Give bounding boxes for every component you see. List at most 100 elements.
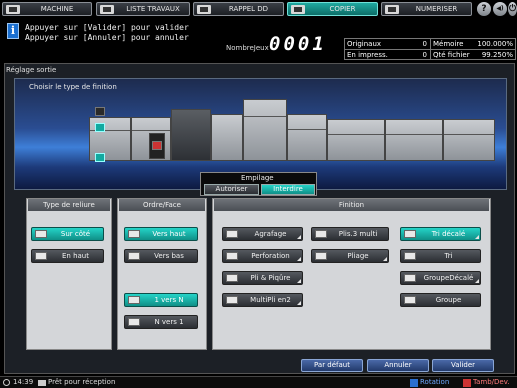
empilage-interdire-button[interactable]: Interdire xyxy=(261,184,315,195)
finition-group-title: Finition xyxy=(214,199,489,211)
tab-machine[interactable]: MACHINE xyxy=(2,2,92,16)
jobs-label: NombreJeux xyxy=(226,44,269,52)
printer-icon xyxy=(38,380,46,386)
order-n-vers-1-label: N vers 1 xyxy=(154,318,184,326)
cancel-button[interactable]: Annuler xyxy=(367,359,429,372)
finition-groupe-button[interactable]: Groupe xyxy=(400,293,481,307)
finition-tri-label: Tri xyxy=(444,252,453,260)
sort-icon xyxy=(404,252,416,260)
tab-rappel-dd[interactable]: RAPPEL DD xyxy=(193,2,284,16)
face-up-icon xyxy=(128,230,140,238)
group-icon xyxy=(404,296,416,304)
finition-pliage-label: Pliage xyxy=(347,252,369,260)
reliure-group-title: Type de reliure xyxy=(28,199,110,211)
default-button[interactable]: Par défaut xyxy=(301,359,363,372)
status-tamb: Tamb/Dev. xyxy=(473,378,510,386)
preview-title: Choisir le type de finition xyxy=(29,83,117,91)
finition-groupe-label: Groupe xyxy=(435,296,462,304)
job-list-icon xyxy=(100,5,114,14)
finition-perforation-label: Perforation xyxy=(251,252,290,260)
face-vers-haut-button[interactable]: Vers haut xyxy=(124,227,198,241)
face-vers-bas-button[interactable]: Vers bas xyxy=(124,249,198,263)
message-line-2: Appuyer sur [Annuler] pour annuler xyxy=(25,33,189,42)
finition-agrafage-button[interactable]: Agrafage xyxy=(222,227,303,241)
tab-copier[interactable]: COPIER xyxy=(287,2,378,16)
finition-agrafage-label: Agrafage xyxy=(254,230,287,238)
face-down-icon xyxy=(128,252,140,260)
side-binding-icon xyxy=(35,230,47,238)
sound-icon[interactable]: ◀) xyxy=(493,2,507,16)
finition-groupe-decale-label: GroupeDécalé xyxy=(423,274,474,282)
staple-icon xyxy=(226,230,238,238)
tri-fold-icon xyxy=(315,230,327,238)
finisher-unit xyxy=(443,119,495,161)
multi-fold-icon xyxy=(226,296,238,304)
punch-icon xyxy=(226,252,238,260)
finition-plis3-multi-button[interactable]: Plis.3 multi xyxy=(311,227,389,241)
empilage-label: Empilage xyxy=(241,174,274,182)
finisher-unit xyxy=(243,99,287,161)
reliure-sur-cote-label: Sur côté xyxy=(60,230,91,238)
toner-icon xyxy=(463,379,471,387)
scanner-icon xyxy=(385,5,399,14)
machine-icon xyxy=(6,5,20,14)
order-1-vers-n-button[interactable]: 1 vers N xyxy=(124,293,198,307)
face-vers-bas-label: Vers bas xyxy=(154,252,184,260)
finition-plis3-multi-label: Plis.3 multi xyxy=(338,230,378,238)
finisher-unit xyxy=(385,119,443,161)
jobs-counter: 0001 xyxy=(269,33,327,55)
status-bar: 14:39 Prêt pour réception Rotation Tamb/… xyxy=(0,376,517,388)
finition-multipli-en2-label: MultiPli en2 xyxy=(250,296,291,304)
memoire-label: Mémoire xyxy=(433,40,464,48)
tab-liste-travaux[interactable]: LISTE TRAVAUX xyxy=(96,2,190,16)
finition-pliage-button[interactable]: Pliage xyxy=(311,249,389,263)
order-1-to-n-icon xyxy=(128,296,140,304)
ok-button[interactable]: Valider xyxy=(432,359,494,372)
clock-icon xyxy=(3,379,10,386)
ordre-group-title: Ordre/Face xyxy=(119,199,205,211)
finition-multipli-en2-button[interactable]: MultiPli en2 xyxy=(222,293,303,307)
tab-machine-label: MACHINE xyxy=(40,5,74,13)
output-tray-icon xyxy=(95,123,105,132)
finisher-unit xyxy=(287,114,327,161)
order-1-vers-n-label: 1 vers N xyxy=(154,296,184,304)
help-icon[interactable]: ? xyxy=(477,2,491,16)
info-icon: i xyxy=(7,23,19,39)
empilage-autoriser-button[interactable]: Autoriser xyxy=(204,184,259,195)
finition-pli-piqure-label: Pli & Piqûre xyxy=(250,274,291,282)
output-tray-icon xyxy=(95,153,105,162)
rotation-icon xyxy=(410,379,418,387)
tab-rappel-dd-label: RAPPEL DD xyxy=(228,5,269,13)
finition-perforation-button[interactable]: Perforation xyxy=(222,249,303,263)
qte-fichier-value: 99.250% xyxy=(481,51,513,59)
power-icon[interactable]: ⏻ xyxy=(508,2,517,16)
copier-icon xyxy=(291,5,305,14)
fold-stitch-icon xyxy=(226,274,238,282)
en-impress-value: 0 xyxy=(422,51,427,59)
reliure-en-haut-button[interactable]: En haut xyxy=(31,249,104,263)
finition-groupe-decale-button[interactable]: GroupeDécalé xyxy=(400,271,481,285)
finisher-unit xyxy=(211,114,243,161)
reliure-sur-cote-button[interactable]: Sur côté xyxy=(31,227,104,241)
finition-tri-decale-button[interactable]: Tri décalé xyxy=(400,227,481,241)
finisher-unit xyxy=(171,109,211,161)
order-n-to-1-icon xyxy=(128,318,140,326)
memoire-value: 100.000% xyxy=(477,40,513,48)
finition-tri-decale-label: Tri décalé xyxy=(431,230,466,238)
offset-group-icon xyxy=(404,274,416,282)
status-time: 14:39 xyxy=(13,378,34,386)
counter-table: Originaux 0 Mémoire 100.000% En impress.… xyxy=(344,38,516,60)
finition-pli-piqure-button[interactable]: Pli & Piqûre xyxy=(222,271,303,285)
originaux-value: 0 xyxy=(422,40,427,48)
screen-title: Réglage sortie xyxy=(6,66,57,74)
tab-numeriser[interactable]: NUMERISER xyxy=(381,2,472,16)
tab-liste-travaux-label: LISTE TRAVAUX xyxy=(126,5,180,13)
finition-tri-button[interactable]: Tri xyxy=(400,249,481,263)
tab-copier-label: COPIER xyxy=(329,5,356,13)
order-n-vers-1-button[interactable]: N vers 1 xyxy=(124,315,198,329)
originaux-label: Originaux xyxy=(347,40,382,48)
reliure-en-haut-label: En haut xyxy=(62,252,89,260)
hdd-recall-icon xyxy=(197,5,211,14)
fold-icon xyxy=(315,252,327,260)
status-text: Prêt pour réception xyxy=(48,378,116,386)
